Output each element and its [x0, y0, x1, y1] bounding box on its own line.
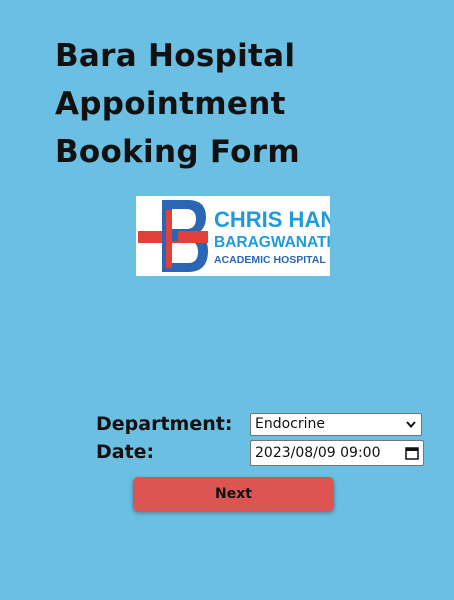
title-line-1: Bara Hospital	[55, 38, 296, 74]
page-title: Bara Hospital Appointment Booking Form	[55, 32, 415, 176]
chevron-down-icon	[406, 421, 416, 429]
logo-cross-vertical	[166, 210, 172, 268]
title-line-2: Appointment	[55, 86, 286, 122]
date-input[interactable]: 2023/08/09 09:00	[250, 440, 424, 466]
logo-cross-right	[178, 231, 208, 243]
title-line-3: Booking Form	[55, 134, 300, 170]
logo-text-line-2: BARAGWANATH	[214, 234, 330, 251]
date-input-value: 2023/08/09 09:00	[255, 445, 381, 461]
logo-text-line-3: ACADEMIC HOSPITAL	[214, 254, 326, 266]
department-select[interactable]: Endocrine	[250, 413, 422, 436]
hospital-logo-graphic: CHRIS HANI BARAGWANATH ACADEMIC HOSPITAL	[138, 200, 330, 272]
next-button[interactable]: Next	[133, 477, 334, 511]
calendar-icon[interactable]	[405, 446, 419, 460]
date-label: Date:	[96, 441, 155, 463]
hospital-logo: CHRIS HANI BARAGWANATH ACADEMIC HOSPITAL	[136, 196, 330, 276]
logo-text-line-1: CHRIS HANI	[214, 207, 330, 232]
department-label: Department:	[96, 413, 233, 435]
department-select-value: Endocrine	[255, 416, 325, 432]
